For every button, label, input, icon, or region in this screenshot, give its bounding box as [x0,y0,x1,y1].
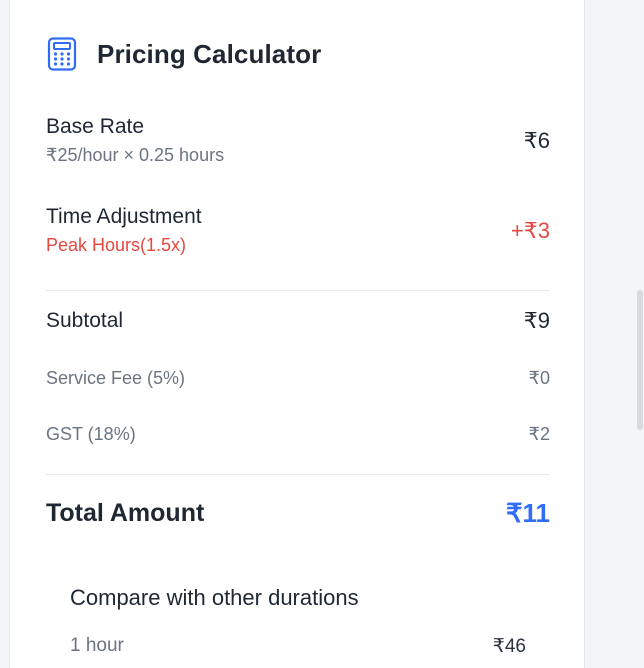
compare-title: Compare with other durations [70,585,359,610]
base-rate-value: ₹6 [523,127,550,153]
base-rate-label: Base Rate [46,115,145,138]
page-title: Pricing Calculator [97,38,322,69]
time-adjustment-value: +₹3 [510,217,550,243]
divider [46,290,550,291]
compare-duration: 1 hour [70,635,124,656]
gst-label: GST (18%) [46,424,136,444]
base-rate-row: Base Rate ₹25/hour × 0.25 hours ₹6 [46,115,550,166]
scrollbar-thumb[interactable] [637,290,643,430]
total-label: Total Amount [46,499,205,527]
time-adjustment-row: Time Adjustment Peak Hours(1.5x) +₹3 [46,205,550,256]
base-rate-labels: Base Rate ₹25/hour × 0.25 hours [46,115,224,166]
time-adjustment-label: Time Adjustment [46,205,202,228]
time-adjustment-detail: Peak Hours(1.5x) [46,235,187,255]
service-fee-value: ₹0 [528,368,550,388]
total-row: Total Amount ₹11 [46,498,550,529]
card-header: Pricing Calculator [47,37,321,71]
total-value: ₹11 [505,498,550,528]
service-fee-row: Service Fee (5%) ₹0 [46,368,550,389]
calculator-icon [47,37,77,71]
page: Pricing Calculator Base Rate ₹25/hour × … [0,0,644,668]
subtotal-value: ₹9 [523,308,550,333]
gst-value: ₹2 [528,424,550,444]
gst-row: GST (18%) ₹2 [46,424,550,445]
divider [46,474,550,475]
service-fee-label: Service Fee (5%) [46,368,186,388]
base-rate-detail: ₹25/hour × 0.25 hours [46,145,225,165]
compare-row[interactable]: 1 hour ₹46 [70,635,526,658]
compare-durations-section: Compare with other durations 1 hour ₹46 [46,559,550,668]
scrollbar[interactable] [636,0,644,668]
subtotal-label: Subtotal [46,309,124,332]
pricing-calculator-card: Pricing Calculator Base Rate ₹25/hour × … [9,0,585,668]
compare-price: ₹46 [492,636,526,657]
subtotal-row: Subtotal ₹9 [46,308,550,334]
time-adjustment-labels: Time Adjustment Peak Hours(1.5x) [46,205,202,256]
